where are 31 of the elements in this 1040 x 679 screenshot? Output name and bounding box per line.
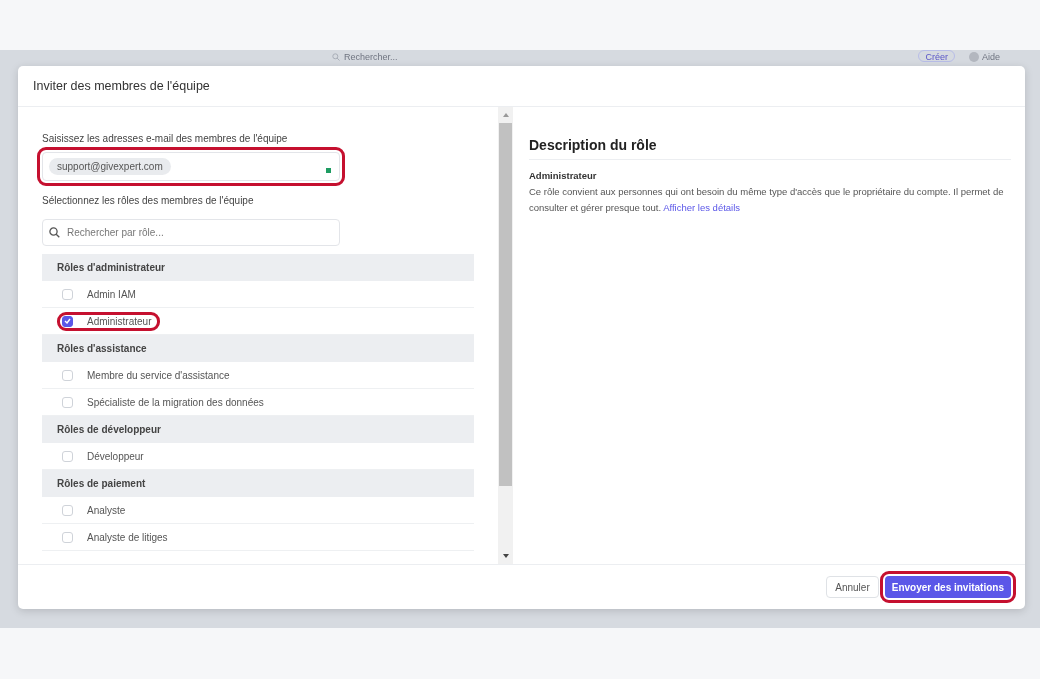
- email-field[interactable]: support@givexpert.com: [42, 152, 340, 181]
- description-heading: Description du rôle: [529, 137, 1011, 160]
- help-icon: [969, 52, 979, 62]
- role-description: Ce rôle convient aux personnes qui ont besoin du même type d'accès que le propriétaire du compte. Il permet de consulter et gérer presque tout. Afficher les détails: [529, 185, 1005, 215]
- roles-label: Sélectionnez les rôles des membres de l'équipe: [42, 195, 255, 206]
- role-group-header: Rôles d'administrateur: [57, 262, 165, 273]
- send-invitations-button[interactable]: Envoyer des invitations: [884, 576, 1011, 598]
- email-label: Saisissez les adresses e-mail des membres de l'équipe: [42, 133, 289, 144]
- role-checkbox[interactable]: [62, 315, 73, 327]
- search-icon: [49, 227, 60, 238]
- role-label[interactable]: Admin IAM: [87, 288, 136, 300]
- role-label[interactable]: Analyste: [87, 504, 126, 516]
- search-placeholder[interactable]: Rechercher...: [344, 52, 398, 62]
- email-chip[interactable]: support@givexpert.com: [49, 158, 171, 175]
- search-icon: [332, 53, 340, 61]
- role-label[interactable]: Membre du service d'assistance: [87, 369, 230, 381]
- role-label[interactable]: Développeur: [87, 450, 144, 462]
- role-label[interactable]: Analyste de litiges: [87, 531, 168, 543]
- details-link[interactable]: Afficher les détails: [663, 202, 741, 213]
- dialog-title: Inviter des membres de l'équipe: [33, 79, 210, 93]
- role-group-header: Rôles d'assistance: [57, 343, 147, 354]
- scrollbar[interactable]: [498, 107, 513, 564]
- help-link[interactable]: Aide: [982, 52, 1000, 62]
- role-group-header: Rôles de développeur: [57, 424, 161, 435]
- cancel-button[interactable]: Annuler: [826, 576, 879, 598]
- role-label[interactable]: Administrateur: [87, 315, 152, 327]
- cursor-marker-icon: [326, 168, 331, 173]
- role-label[interactable]: Spécialiste de la migration des données: [87, 396, 264, 408]
- role-name: Administrateur: [529, 170, 598, 181]
- role-search-field[interactable]: Rechercher par rôle...: [42, 219, 340, 246]
- role-group-header: Rôles de paiement: [57, 478, 146, 489]
